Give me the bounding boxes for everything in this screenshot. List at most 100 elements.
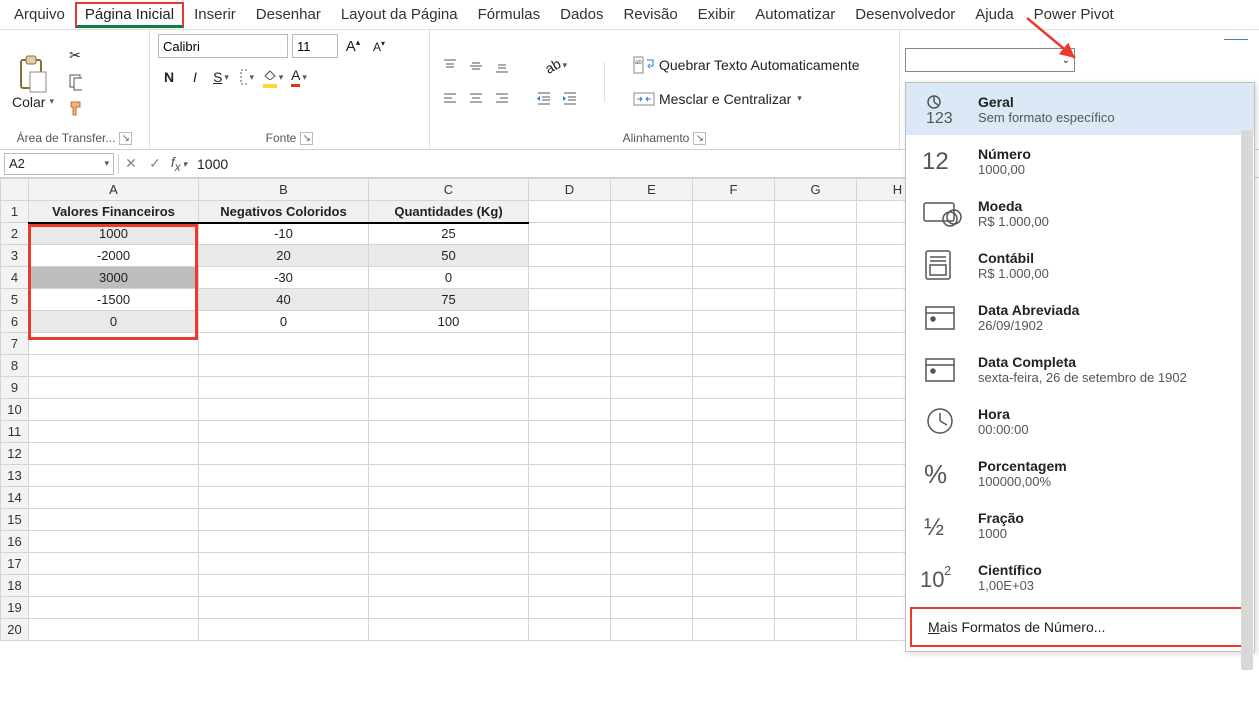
row-header[interactable]: 16 <box>1 531 29 553</box>
cell[interactable] <box>611 289 693 311</box>
cell[interactable] <box>693 289 775 311</box>
cell[interactable] <box>199 597 369 619</box>
number-format-option-general[interactable]: 123GeralSem formato específico <box>906 83 1254 135</box>
row-header[interactable]: 10 <box>1 399 29 421</box>
cell[interactable]: -30 <box>199 267 369 289</box>
cell[interactable] <box>199 509 369 531</box>
cell[interactable] <box>369 619 529 641</box>
column-headers[interactable]: A B C D E F G H <box>1 179 939 201</box>
cell[interactable] <box>775 421 857 443</box>
cell[interactable] <box>693 377 775 399</box>
number-format-option-currency[interactable]: MoedaR$ 1.000,00 <box>906 187 1254 239</box>
number-format-option-fraction[interactable]: ½Fração1000 <box>906 499 1254 551</box>
copy-button[interactable] <box>64 71 86 93</box>
col-header-g[interactable]: G <box>775 179 857 201</box>
merge-center-button[interactable]: Mesclar e Centralizar▾ <box>629 88 806 110</box>
cell[interactable] <box>199 619 369 641</box>
cell[interactable] <box>693 355 775 377</box>
cell[interactable] <box>529 377 611 399</box>
cut-button[interactable]: ✂ <box>64 45 86 67</box>
cell[interactable] <box>693 399 775 421</box>
cell[interactable] <box>693 267 775 289</box>
cell[interactable] <box>775 553 857 575</box>
align-top-button[interactable] <box>438 55 460 77</box>
cell[interactable] <box>199 575 369 597</box>
cell[interactable] <box>29 377 199 399</box>
align-right-button[interactable] <box>490 87 512 109</box>
number-format-option-accounting[interactable]: ContábilR$ 1.000,00 <box>906 239 1254 291</box>
cell[interactable] <box>369 443 529 465</box>
cell[interactable] <box>29 465 199 487</box>
cell[interactable] <box>199 531 369 553</box>
cell[interactable] <box>611 201 693 223</box>
cell[interactable] <box>611 553 693 575</box>
cell[interactable] <box>529 509 611 531</box>
align-bottom-button[interactable] <box>490 55 512 77</box>
cell[interactable] <box>29 531 199 553</box>
cell[interactable] <box>693 465 775 487</box>
cell[interactable] <box>29 487 199 509</box>
cell[interactable]: 0 <box>29 311 199 333</box>
col-header-f[interactable]: F <box>693 179 775 201</box>
cell[interactable] <box>369 575 529 597</box>
cell[interactable] <box>369 509 529 531</box>
cancel-formula-button[interactable]: ✕ <box>119 155 143 172</box>
tab-revisao[interactable]: Revisão <box>613 2 687 27</box>
row-header[interactable]: 13 <box>1 465 29 487</box>
font-size-select[interactable] <box>292 34 338 58</box>
align-left-button[interactable] <box>438 87 460 109</box>
cell[interactable] <box>199 553 369 575</box>
cell[interactable]: 3000 <box>29 267 199 289</box>
row-header[interactable]: 1 <box>1 201 29 223</box>
row-header[interactable]: 18 <box>1 575 29 597</box>
cell[interactable] <box>775 267 857 289</box>
cell[interactable]: -10 <box>199 223 369 245</box>
cell[interactable]: 0 <box>199 311 369 333</box>
row-header[interactable]: 6 <box>1 311 29 333</box>
cell[interactable] <box>775 509 857 531</box>
number-format-option-time[interactable]: Hora00:00:00 <box>906 395 1254 447</box>
cell[interactable] <box>369 377 529 399</box>
cell[interactable]: 20 <box>199 245 369 267</box>
cell[interactable] <box>775 399 857 421</box>
cell[interactable] <box>29 443 199 465</box>
cell[interactable]: -1500 <box>29 289 199 311</box>
cell[interactable]: 40 <box>199 289 369 311</box>
cell[interactable] <box>775 289 857 311</box>
cell[interactable]: Quantidades (Kg) <box>369 201 529 223</box>
cell[interactable] <box>775 531 857 553</box>
cell[interactable] <box>529 487 611 509</box>
cell[interactable] <box>199 487 369 509</box>
row-header[interactable]: 20 <box>1 619 29 641</box>
tab-arquivo[interactable]: Arquivo <box>4 2 75 27</box>
cell[interactable] <box>693 421 775 443</box>
font-launcher[interactable]: ↘ <box>300 132 313 145</box>
fill-color-button[interactable]: ▾ <box>262 66 284 88</box>
cell[interactable] <box>775 465 857 487</box>
cell[interactable] <box>611 597 693 619</box>
cell[interactable] <box>529 531 611 553</box>
more-number-formats-button[interactable]: Mais Formatos de Número... <box>910 607 1250 647</box>
alignment-launcher[interactable]: ↘ <box>693 132 706 145</box>
cell[interactable] <box>29 399 199 421</box>
cell[interactable] <box>775 597 857 619</box>
increase-indent-button[interactable] <box>558 87 580 109</box>
row-header[interactable]: 14 <box>1 487 29 509</box>
tab-desenvolvedor[interactable]: Desenvolvedor <box>845 2 965 27</box>
cell[interactable] <box>775 201 857 223</box>
cell[interactable] <box>529 333 611 355</box>
accept-formula-button[interactable]: ✓ <box>143 155 167 172</box>
cell[interactable] <box>529 575 611 597</box>
cell[interactable] <box>529 267 611 289</box>
row-header[interactable]: 4 <box>1 267 29 289</box>
row-header[interactable]: 15 <box>1 509 29 531</box>
select-all-corner[interactable] <box>1 179 29 201</box>
cell[interactable] <box>693 509 775 531</box>
tab-exibir[interactable]: Exibir <box>688 2 746 27</box>
cell[interactable] <box>611 245 693 267</box>
cell[interactable] <box>693 311 775 333</box>
borders-button[interactable]: ▾ <box>236 66 258 88</box>
cell[interactable] <box>529 355 611 377</box>
row-header[interactable]: 19 <box>1 597 29 619</box>
cell[interactable] <box>611 509 693 531</box>
